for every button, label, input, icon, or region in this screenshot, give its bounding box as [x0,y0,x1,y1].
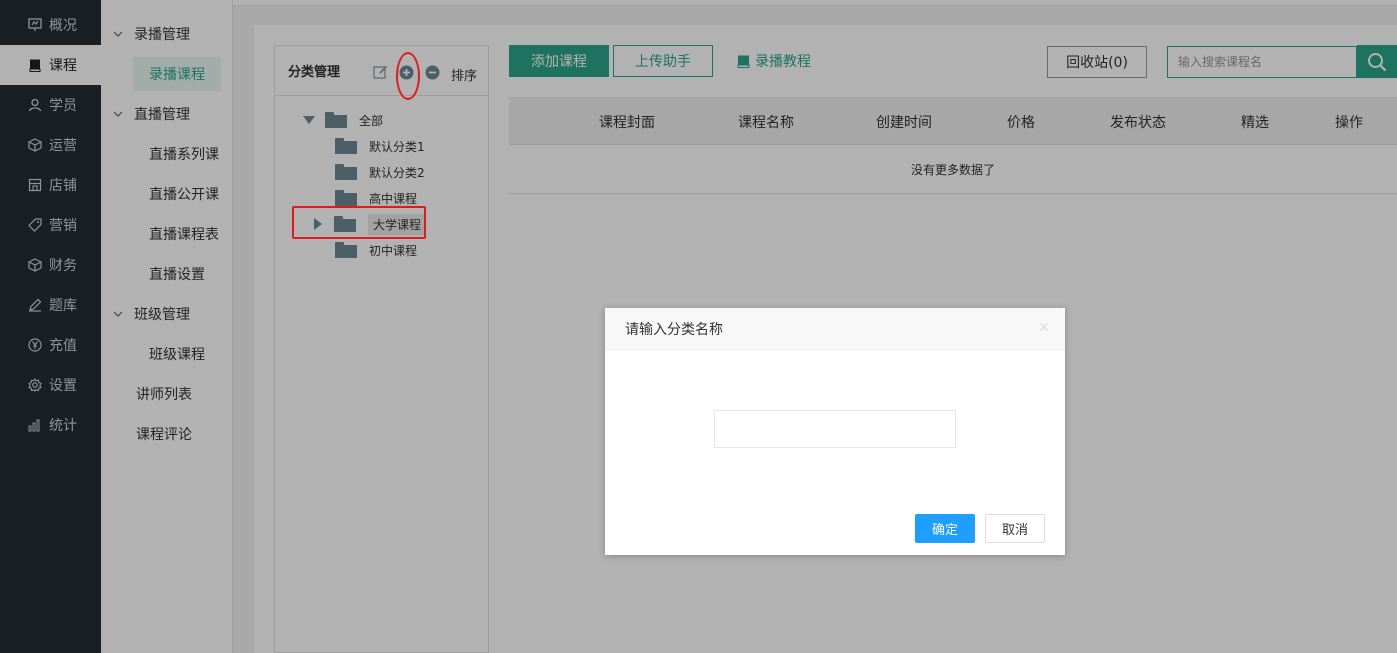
dialog-title: 请输入分类名称 [625,321,723,338]
category-name-dialog: 请输入分类名称 ✕ 确定 取消 [605,308,1065,555]
confirm-button[interactable]: 确定 [915,514,975,543]
annotation-rectangle [292,206,426,239]
cancel-button[interactable]: 取消 [985,514,1045,543]
close-icon[interactable]: ✕ [1037,321,1051,335]
category-name-input[interactable] [714,410,956,448]
annotation-circle [396,52,420,100]
dialog-header: 请输入分类名称 [605,308,1065,350]
